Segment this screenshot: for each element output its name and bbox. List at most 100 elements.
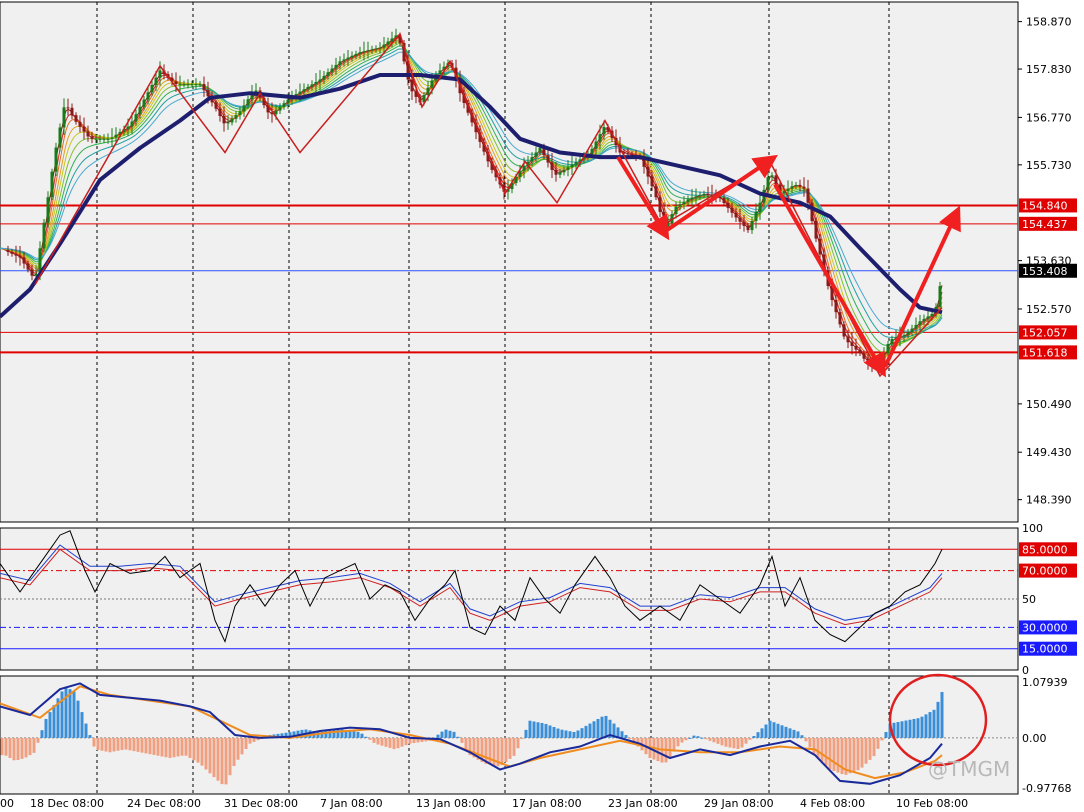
macd-hist-bar: [24, 737, 28, 758]
macd-hist-bar: [244, 737, 248, 750]
candle-body: [386, 41, 390, 45]
macd-hist-bar: [792, 729, 796, 738]
x-tick-label: 4 Feb 08:00: [800, 797, 865, 810]
candle-body: [626, 153, 630, 155]
macd-hist-bar: [128, 737, 132, 751]
macd-hist-bar: [356, 731, 360, 738]
macd-hist-bar: [88, 735, 92, 738]
macd-hist-bar: [368, 737, 372, 740]
macd-hist-bar: [84, 723, 88, 738]
candle-body: [46, 197, 50, 223]
candle-body: [910, 328, 914, 333]
macd-hist-bar: [124, 737, 128, 750]
macd-hist-bar: [400, 737, 404, 747]
macd-hist-bar: [548, 725, 552, 738]
macd-hist-bar: [852, 737, 856, 772]
candle-body: [94, 138, 98, 140]
candle-body: [134, 114, 138, 122]
candle-body: [938, 286, 942, 307]
candle-body: [54, 147, 58, 172]
candle-body: [786, 188, 790, 192]
candle-body: [90, 136, 94, 139]
candle-body: [330, 68, 334, 73]
candle-body: [362, 51, 366, 53]
macd-hist-bar: [764, 724, 768, 738]
price-tick-label: 150.490: [1026, 398, 1072, 411]
candle-body: [746, 225, 750, 231]
macd-hist-bar: [528, 720, 532, 738]
macd-hist-bar: [596, 718, 600, 738]
candle-body: [50, 171, 54, 198]
candle-body: [346, 57, 350, 60]
macd-hist-bar: [504, 737, 508, 763]
candle-body: [182, 84, 186, 86]
candle-body: [766, 177, 770, 190]
candle-body: [286, 99, 290, 104]
candle-body: [22, 257, 26, 264]
candle-body: [218, 108, 222, 117]
x-axis: 00 18 Dec 08:00 24 Dec 08:00 31 Dec 08:00 7 …: [0, 797, 968, 810]
candle-body: [110, 137, 114, 139]
macd-hist-bar: [112, 737, 116, 752]
candle-body: [198, 84, 202, 86]
macd-hist-bar: [620, 731, 624, 738]
macd-hist-bar: [228, 737, 232, 776]
candle-body: [838, 312, 842, 325]
candle-body: [6, 250, 10, 252]
macd-hist-bar: [624, 735, 628, 738]
candle-body: [178, 84, 182, 86]
macd-hist-bar: [796, 731, 800, 738]
candle-body: [314, 81, 318, 85]
stoch-level-label: 70.0000: [1022, 565, 1068, 578]
macd-hist-bar: [352, 731, 356, 738]
macd-hist-bar: [564, 730, 568, 738]
macd-hist-bar: [160, 737, 164, 757]
macd-hist-bar: [440, 731, 444, 738]
macd-hist-bar: [772, 722, 776, 738]
candle-body: [698, 195, 702, 197]
macd-hist-bar: [668, 737, 672, 758]
macd-hist-bar: [364, 736, 368, 738]
macd-hist-bar: [136, 737, 140, 752]
candle-body: [114, 134, 118, 138]
macd-hist-bar: [132, 737, 136, 752]
macd-hist-bar: [720, 737, 724, 746]
macd-hist-bar: [92, 737, 96, 747]
candle-body: [770, 175, 774, 178]
macd-hist-bar: [684, 737, 688, 741]
candle-body: [242, 105, 246, 112]
candle-body: [806, 188, 810, 203]
macd-hist-bar: [80, 712, 84, 738]
candle-body: [794, 184, 798, 187]
macd-hist-bar: [252, 737, 256, 742]
candle-body: [426, 87, 430, 96]
price-tick-label: 152.570: [1026, 303, 1072, 316]
x-tick-label: 00: [0, 797, 14, 810]
macd-hist-bar: [544, 723, 548, 738]
macd-hist-bar: [104, 737, 108, 752]
macd-hist-bar: [696, 736, 700, 738]
candle-body: [550, 162, 554, 170]
candle-body: [42, 222, 46, 249]
macd-hist-bar: [864, 737, 868, 764]
candle-body: [274, 110, 278, 115]
macd-hist-bar: [8, 737, 12, 758]
macd-hist-bar: [884, 731, 888, 738]
macd-hist-bar: [216, 737, 220, 781]
macd-hist-bar: [36, 737, 40, 743]
macd-hist-bar: [916, 718, 920, 738]
macd-hist-bar: [520, 737, 524, 740]
candle-body: [334, 64, 338, 69]
candle-body: [890, 338, 894, 345]
macd-hist-bar: [808, 737, 812, 748]
candle-body: [78, 121, 82, 127]
candle-body: [686, 199, 690, 202]
candle-body: [562, 169, 566, 173]
candle-body: [70, 107, 74, 116]
macd-hist-bar: [860, 737, 864, 768]
macd-hist-bar: [212, 737, 216, 778]
candle-body: [174, 81, 178, 85]
macd-hist-bar: [828, 737, 832, 770]
candle-body: [566, 167, 570, 170]
macd-hist-bar: [44, 718, 48, 738]
